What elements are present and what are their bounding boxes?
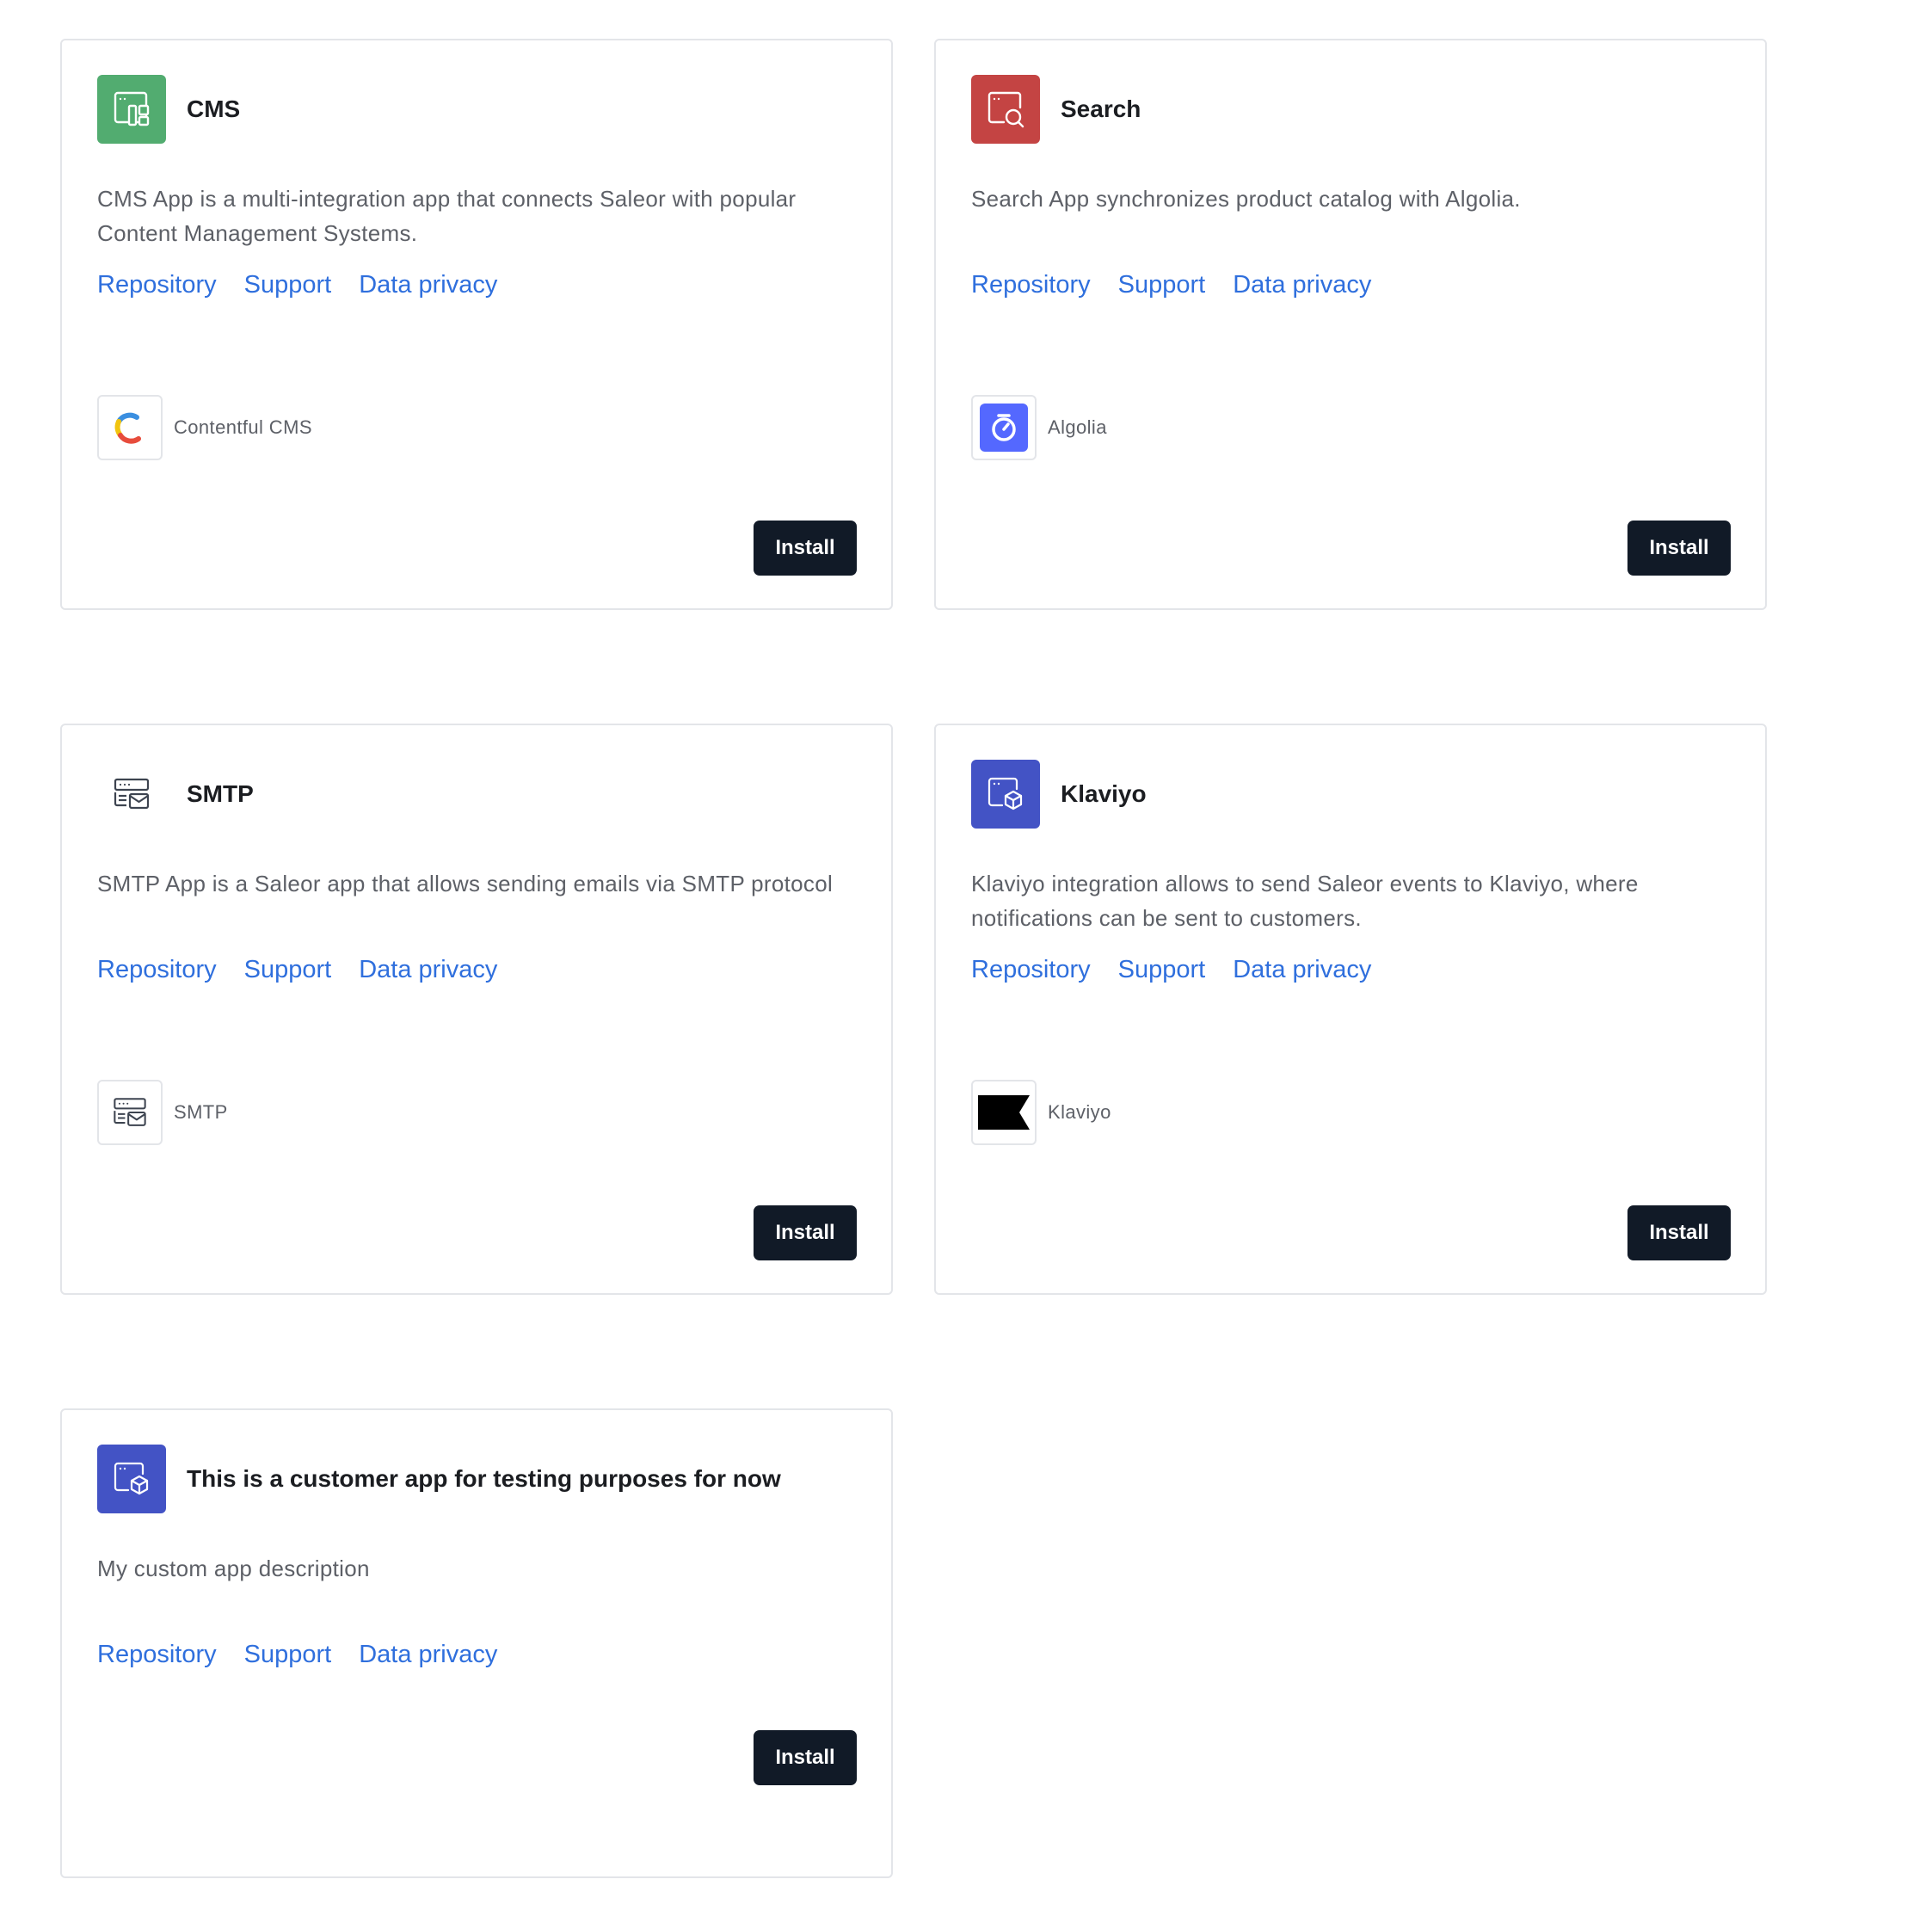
integration-name: SMTP: [174, 1101, 228, 1123]
app-description: My custom app description: [97, 1556, 370, 1581]
support-link[interactable]: Support: [244, 268, 332, 302]
repository-link[interactable]: Repository: [97, 952, 217, 987]
app-card-search: Search Search App synchronizes product c…: [934, 39, 1767, 610]
install-button[interactable]: Install: [754, 1205, 857, 1260]
smtp-mail-icon: [97, 1080, 163, 1145]
integration-name: Contentful CMS: [174, 416, 312, 438]
integration-name: Klaviyo: [1048, 1101, 1111, 1123]
app-description: SMTP App is a Saleor app that allows sen…: [97, 871, 834, 896]
support-link[interactable]: Support: [244, 952, 332, 987]
contentful-logo-icon: [97, 395, 163, 460]
support-link[interactable]: Support: [244, 1637, 332, 1672]
smtp-mail-icon: [97, 760, 166, 829]
install-button[interactable]: Install: [754, 1730, 857, 1785]
integration-item: Algolia: [971, 395, 1107, 460]
app-card-klaviyo: Klaviyo Klaviyo integration allows to se…: [934, 724, 1767, 1295]
app-links: Repository Support Data privacy: [97, 1637, 497, 1672]
app-title: Klaviyo: [1061, 780, 1147, 807]
integration-name: Algolia: [1048, 416, 1107, 438]
repository-link[interactable]: Repository: [971, 952, 1091, 987]
app-description: CMS App is a multi-integration app that …: [97, 186, 797, 246]
app-card-header: Klaviyo: [971, 760, 1147, 829]
cms-layout-icon: [97, 75, 166, 144]
install-button[interactable]: Install: [1627, 1205, 1731, 1260]
repository-link[interactable]: Repository: [97, 268, 217, 302]
app-links: Repository Support Data privacy: [971, 952, 1371, 987]
app-card-header: Search: [971, 75, 1141, 144]
integration-item: Contentful CMS: [97, 395, 312, 460]
support-link[interactable]: Support: [1118, 268, 1206, 302]
data-privacy-link[interactable]: Data privacy: [359, 952, 497, 987]
algolia-logo-icon: [971, 395, 1037, 460]
klaviyo-flag-logo-icon: [971, 1080, 1037, 1145]
app-description: Klaviyo integration allows to send Saleo…: [971, 871, 1639, 931]
app-links: Repository Support Data privacy: [97, 268, 497, 302]
data-privacy-link[interactable]: Data privacy: [1233, 952, 1371, 987]
install-button[interactable]: Install: [754, 521, 857, 576]
integration-item: SMTP: [97, 1080, 228, 1145]
app-title: Search: [1061, 96, 1141, 122]
app-title: SMTP: [187, 780, 254, 807]
support-link[interactable]: Support: [1118, 952, 1206, 987]
app-card-header: SMTP: [97, 760, 254, 829]
app-card-cms: CMS CMS App is a multi-integration app t…: [60, 39, 893, 610]
data-privacy-link[interactable]: Data privacy: [1233, 268, 1371, 302]
repository-link[interactable]: Repository: [971, 268, 1091, 302]
app-title: CMS: [187, 96, 241, 122]
app-box-icon: [97, 1445, 166, 1513]
app-card-header: CMS: [97, 75, 240, 144]
app-title: This is a customer app for testing purpo…: [187, 1465, 781, 1492]
repository-link[interactable]: Repository: [97, 1637, 217, 1672]
data-privacy-link[interactable]: Data privacy: [359, 1637, 497, 1672]
app-box-icon: [971, 760, 1040, 829]
app-description: Search App synchronizes product catalog …: [971, 186, 1521, 212]
app-card-custom: This is a customer app for testing purpo…: [60, 1408, 893, 1878]
app-card-smtp: SMTP SMTP App is a Saleor app that allow…: [60, 724, 893, 1295]
data-privacy-link[interactable]: Data privacy: [359, 268, 497, 302]
app-card-header: This is a customer app for testing purpo…: [97, 1445, 781, 1513]
app-links: Repository Support Data privacy: [97, 952, 497, 987]
integration-item: Klaviyo: [971, 1080, 1111, 1145]
app-links: Repository Support Data privacy: [971, 268, 1371, 302]
install-button[interactable]: Install: [1627, 521, 1731, 576]
search-window-icon: [971, 75, 1040, 144]
